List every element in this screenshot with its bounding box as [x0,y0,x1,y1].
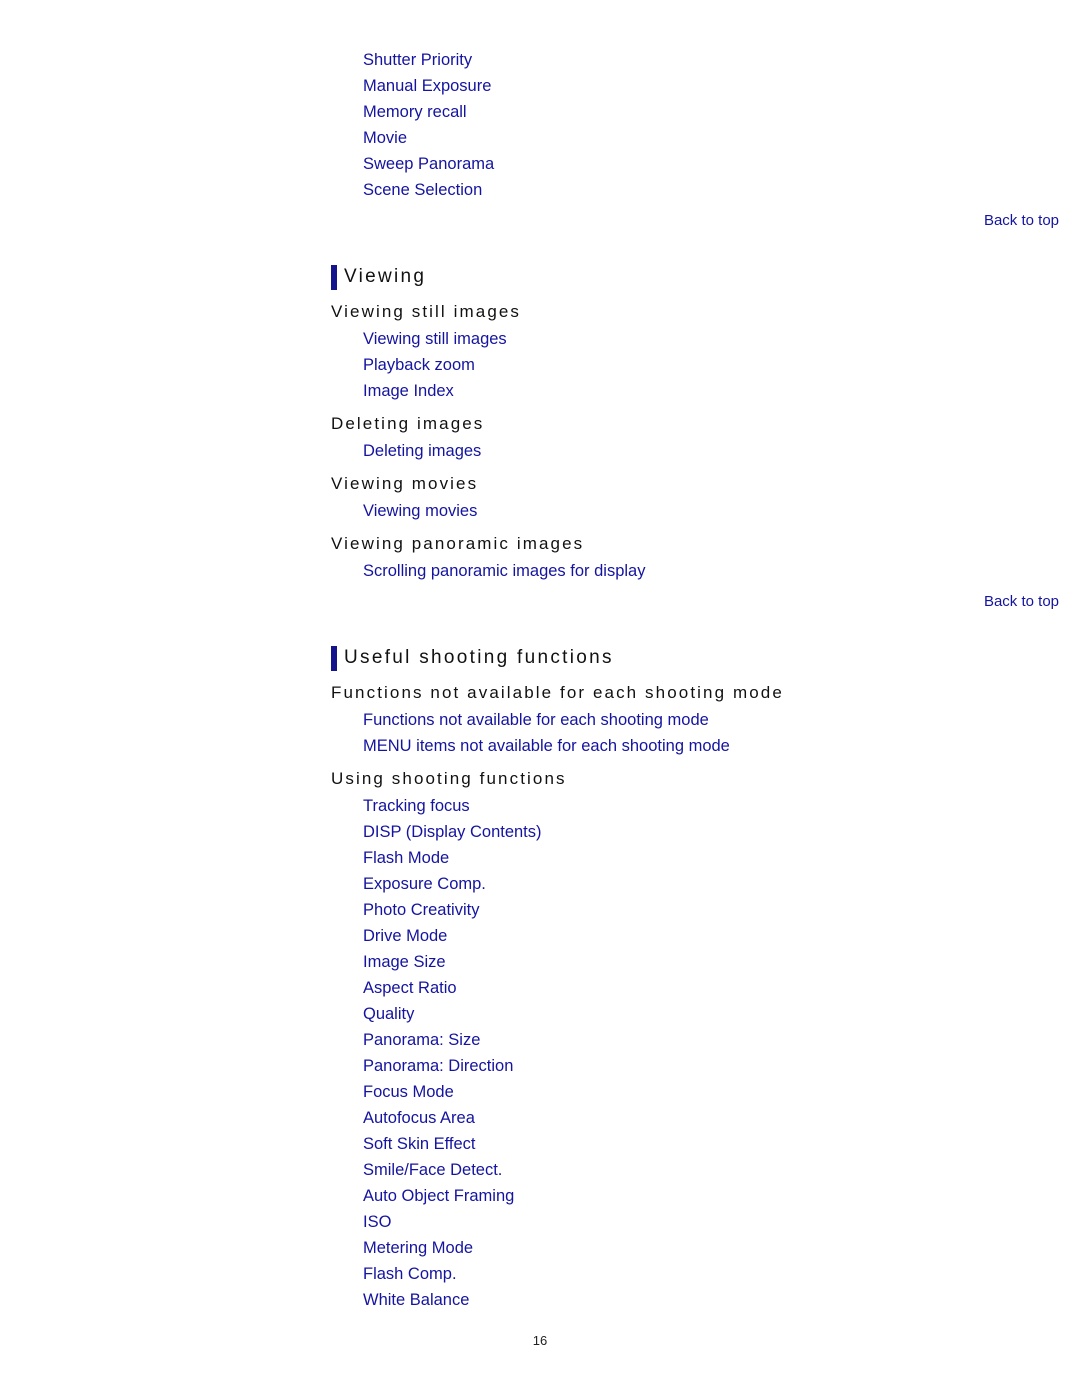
link-scrolling-panoramic-images[interactable]: Scrolling panoramic images for display [363,561,645,581]
link-white-balance[interactable]: White Balance [363,1290,469,1310]
subheading-functions-not-available: Functions not available for each shootin… [331,683,784,702]
subheading-using-shooting-functions: Using shooting functions [331,769,567,788]
link-auto-object-framing[interactable]: Auto Object Framing [363,1186,514,1206]
section-marker-bar [331,264,337,290]
link-autofocus-area[interactable]: Autofocus Area [363,1108,475,1128]
link-flash-comp[interactable]: Flash Comp. [363,1264,457,1284]
back-to-top-link[interactable]: Back to top [984,212,1059,230]
link-metering-mode[interactable]: Metering Mode [363,1238,473,1258]
section-title: Viewing [344,266,427,287]
page-number: 16 [532,1333,548,1348]
link-manual-exposure[interactable]: Manual Exposure [363,76,491,96]
link-aspect-ratio[interactable]: Aspect Ratio [363,978,457,998]
back-to-top-link[interactable]: Back to top [984,593,1059,611]
section-title: Useful shooting functions [344,647,614,668]
link-playback-zoom[interactable]: Playback zoom [363,355,475,375]
link-deleting-images[interactable]: Deleting images [363,441,481,461]
link-functions-not-available[interactable]: Functions not available for each shootin… [363,710,709,730]
link-smile-face-detect[interactable]: Smile/Face Detect. [363,1160,502,1180]
link-movie[interactable]: Movie [363,128,407,148]
subheading-deleting-images: Deleting images [331,414,485,433]
link-image-size[interactable]: Image Size [363,952,446,972]
link-disp[interactable]: DISP (Display Contents) [363,822,542,842]
link-viewing-still-images[interactable]: Viewing still images [363,329,507,349]
link-scene-selection[interactable]: Scene Selection [363,180,482,200]
link-panorama-direction[interactable]: Panorama: Direction [363,1056,513,1076]
link-menu-items-not-available[interactable]: MENU items not available for each shooti… [363,736,730,756]
link-drive-mode[interactable]: Drive Mode [363,926,447,946]
manual-page: Shutter Priority Manual Exposure Memory … [0,0,1080,1397]
link-focus-mode[interactable]: Focus Mode [363,1082,454,1102]
link-shutter-priority[interactable]: Shutter Priority [363,50,472,70]
subheading-viewing-still-images: Viewing still images [331,302,522,321]
link-iso[interactable]: ISO [363,1212,391,1232]
link-exposure-comp[interactable]: Exposure Comp. [363,874,486,894]
link-panorama-size[interactable]: Panorama: Size [363,1030,480,1050]
link-photo-creativity[interactable]: Photo Creativity [363,900,479,920]
section-heading-viewing: Viewing [331,264,426,290]
link-tracking-focus[interactable]: Tracking focus [363,796,470,816]
link-soft-skin-effect[interactable]: Soft Skin Effect [363,1134,476,1154]
link-viewing-movies[interactable]: Viewing movies [363,501,477,521]
section-marker-bar [331,645,337,671]
subheading-viewing-movies: Viewing movies [331,474,479,493]
link-image-index[interactable]: Image Index [363,381,454,401]
link-sweep-panorama[interactable]: Sweep Panorama [363,154,494,174]
link-memory-recall[interactable]: Memory recall [363,102,467,122]
subheading-viewing-panoramic-images: Viewing panoramic images [331,534,585,553]
link-quality[interactable]: Quality [363,1004,414,1024]
section-heading-useful-shooting-functions: Useful shooting functions [331,645,614,671]
link-flash-mode[interactable]: Flash Mode [363,848,449,868]
